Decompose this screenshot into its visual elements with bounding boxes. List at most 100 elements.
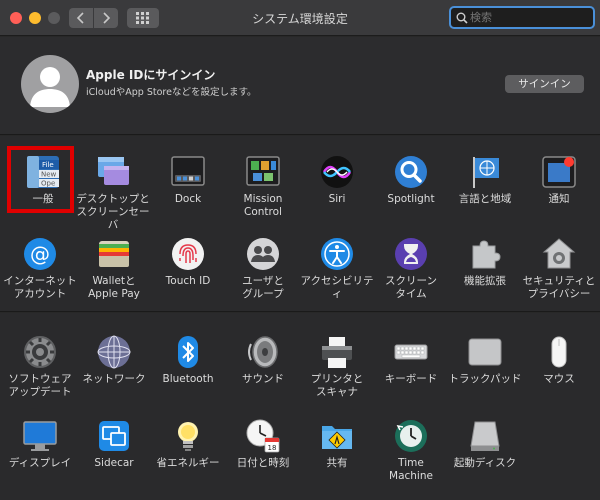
pref-label: Bluetooth — [162, 373, 214, 385]
pref-software-update[interactable]: ソフトウェア アップデート — [3, 334, 77, 399]
trackpad-icon — [468, 338, 502, 366]
pref-label: プリンタと スキャナ — [310, 373, 364, 398]
title-bar: システム環境設定 — [0, 0, 600, 36]
extensions-icon — [472, 240, 501, 269]
sound-icon — [248, 336, 278, 368]
pref-label: セキュリティと プライバシー — [522, 275, 596, 300]
pref-label: アクセシビリティ — [300, 275, 374, 300]
pref-extensions[interactable]: 機能拡張 — [448, 236, 522, 288]
wallet-icon — [99, 241, 129, 267]
pref-label: 起動ディスク — [453, 457, 517, 469]
pref-label: デスクトップと スクリーンセーバ — [76, 193, 150, 231]
pref-label: ディスプレイ — [8, 457, 72, 469]
date-time-icon: 18 — [246, 419, 280, 453]
pref-sidecar[interactable]: Sidecar — [77, 418, 151, 470]
sharing-icon — [322, 426, 352, 449]
energy-saver-icon — [178, 422, 198, 451]
software-update-icon — [24, 336, 56, 368]
chevron-right-icon — [103, 12, 111, 24]
pref-label: Touch ID — [165, 275, 211, 287]
pref-sound[interactable]: サウンド — [226, 334, 300, 386]
search-field[interactable] — [449, 6, 595, 29]
pref-label: Time Machine — [389, 457, 433, 482]
pref-label: Siri — [328, 193, 346, 205]
desktop-screensaver-icon — [98, 157, 129, 185]
pref-displays[interactable]: ディスプレイ — [3, 418, 77, 470]
close-window-button[interactable] — [10, 12, 22, 24]
pref-label: Sidecar — [94, 457, 134, 469]
pref-dock[interactable]: Dock — [151, 154, 225, 206]
pref-security-privacy[interactable]: セキュリティと プライバシー — [522, 236, 596, 301]
pref-spotlight[interactable]: Spotlight — [374, 154, 448, 206]
pref-accessibility[interactable]: アクセシビリティ — [300, 236, 374, 301]
apple-id-title: Apple IDにサインイン — [86, 68, 216, 82]
siri-icon — [321, 156, 353, 188]
pref-label: 省エネルギー — [156, 457, 220, 469]
search-input[interactable] — [470, 11, 580, 24]
pref-label: インターネット アカウント — [3, 275, 77, 300]
pref-bluetooth[interactable]: Bluetooth — [151, 334, 225, 386]
pref-siri[interactable]: Siri — [300, 154, 374, 206]
window-title: システム環境設定 — [252, 12, 348, 26]
minimize-window-button[interactable] — [29, 12, 41, 24]
pref-touch-id[interactable]: Touch ID — [151, 236, 225, 288]
sign-in-button[interactable]: サインイン — [505, 75, 584, 93]
apple-id-subtitle: iCloudやApp Storeなどを設定します。 — [86, 87, 257, 98]
pref-language-region[interactable]: 言語と地域 — [448, 154, 522, 206]
pref-label: 共有 — [326, 457, 348, 469]
apple-id-section: Apple IDにサインイン iCloudやApp Storeなどを設定します。… — [0, 37, 600, 135]
pref-time-machine[interactable]: Time Machine — [374, 418, 448, 483]
pref-label: Spotlight — [387, 193, 435, 205]
highlight-box-general — [7, 146, 74, 213]
network-icon — [97, 335, 131, 369]
pref-label: サウンド — [242, 373, 284, 385]
pref-desktop-screensaver[interactable]: デスクトップと スクリーンセーバ — [76, 154, 150, 232]
pref-sharing[interactable]: 共有 — [300, 418, 374, 470]
sidecar-icon — [99, 421, 129, 451]
bluetooth-icon — [178, 336, 198, 368]
pref-notifications[interactable]: 通知 — [522, 154, 596, 206]
pref-printers-scanners[interactable]: プリンタと スキャナ — [300, 334, 374, 399]
show-all-button[interactable] — [127, 8, 159, 28]
spotlight-icon — [395, 156, 427, 188]
pref-label: キーボード — [384, 373, 438, 385]
screen-time-icon — [395, 238, 427, 270]
svg-text:@: @ — [30, 242, 50, 266]
pref-keyboard[interactable]: キーボード — [374, 334, 448, 386]
keyboard-icon — [394, 344, 428, 360]
pref-label: 言語と地域 — [458, 193, 512, 205]
calendar-day-text: 18 — [268, 444, 277, 452]
displays-icon — [23, 421, 57, 451]
startup-disk-icon — [470, 421, 500, 451]
pref-label: Mission Control — [243, 193, 283, 218]
pref-label: ソフトウェア アップデート — [8, 373, 72, 398]
pref-screen-time[interactable]: スクリーン タイム — [374, 236, 448, 301]
pref-users-groups[interactable]: ユーザと グループ — [226, 236, 300, 301]
pref-label: Dock — [174, 193, 202, 205]
users-groups-icon — [247, 238, 279, 270]
avatar — [21, 55, 79, 113]
pref-mouse[interactable]: マウス — [522, 334, 596, 386]
pref-mission-control[interactable]: Mission Control — [226, 154, 300, 219]
forward-button[interactable] — [94, 8, 118, 28]
back-button[interactable] — [69, 8, 93, 28]
printers-scanners-icon — [322, 337, 352, 368]
grid-icon — [136, 12, 149, 24]
pref-date-time[interactable]: 18 日付と時刻 — [226, 418, 300, 470]
pref-wallet[interactable]: Walletと Apple Pay — [77, 236, 151, 301]
pref-label: Walletと Apple Pay — [88, 275, 140, 300]
chevron-left-icon — [76, 12, 84, 24]
pref-label: ネットワーク — [82, 373, 146, 385]
pref-internet-accounts[interactable]: @ インターネット アカウント — [3, 236, 77, 301]
pref-label: ユーザと グループ — [242, 275, 284, 300]
pref-energy-saver[interactable]: 省エネルギー — [151, 418, 225, 470]
pref-network[interactable]: ネットワーク — [77, 334, 151, 386]
pref-label: 日付と時刻 — [236, 457, 290, 469]
security-privacy-icon — [542, 238, 576, 269]
notifications-icon — [542, 156, 576, 188]
zoom-window-button[interactable] — [48, 12, 60, 24]
pref-trackpad[interactable]: トラックパッド — [448, 334, 522, 386]
pref-startup-disk[interactable]: 起動ディスク — [448, 418, 522, 470]
mission-control-icon — [246, 156, 280, 186]
time-machine-icon — [395, 420, 427, 452]
